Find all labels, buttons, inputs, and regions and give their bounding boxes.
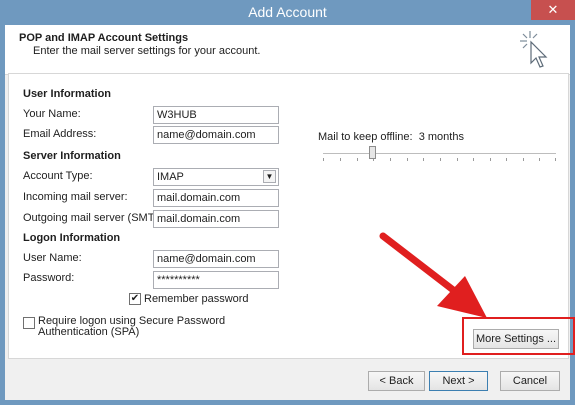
password-field[interactable]: ********** <box>153 271 279 289</box>
email-address-label: Email Address: <box>23 128 97 140</box>
email-address-field[interactable]: name@domain.com <box>153 126 279 144</box>
slider-tick <box>555 158 556 161</box>
remember-password-checkbox[interactable]: ✔ <box>129 293 141 305</box>
offline-label: Mail to keep offline: 3 months <box>318 131 464 143</box>
slider-tick <box>423 158 424 161</box>
offline-slider-thumb[interactable] <box>369 146 376 159</box>
incoming-server-field[interactable]: mail.domain.com <box>153 189 279 207</box>
offline-value: 3 months <box>418 131 464 143</box>
slider-tick <box>539 158 540 161</box>
cancel-button[interactable]: Cancel <box>500 371 560 391</box>
server-info-heading: Server Information <box>23 150 121 162</box>
mouse-cursor-icon <box>520 31 548 68</box>
offline-label-text: Mail to keep offline: <box>318 131 413 143</box>
user-name-label: User Name: <box>23 252 82 264</box>
password-label: Password: <box>23 272 75 284</box>
next-button[interactable]: Next > <box>429 371 488 391</box>
account-type-value: IMAP <box>157 171 184 183</box>
slider-tick <box>323 158 324 161</box>
logon-info-heading: Logon Information <box>23 232 121 244</box>
more-settings-button[interactable]: More Settings ... <box>473 329 559 349</box>
slider-tick <box>357 158 358 161</box>
outgoing-server-label: Outgoing mail server (SMTP): <box>23 212 169 224</box>
title-bar: Add Account ✕ <box>0 0 575 25</box>
annotation-arrow-icon <box>379 232 487 318</box>
slider-tick <box>506 158 507 161</box>
spa-label: Require logon using Secure Password Auth… <box>38 315 226 338</box>
header-title: POP and IMAP Account Settings <box>19 32 189 44</box>
spa-checkbox[interactable] <box>23 317 35 329</box>
outgoing-server-field[interactable]: mail.domain.com <box>153 210 279 228</box>
slider-tick <box>473 158 474 161</box>
header-subtitle: Enter the mail server settings for your … <box>33 45 261 57</box>
your-name-field[interactable]: W3HUB <box>153 106 279 124</box>
slider-tick <box>340 158 341 161</box>
user-info-heading: User Information <box>23 88 112 100</box>
slider-tick <box>440 158 441 161</box>
account-type-select[interactable]: IMAP ▼ <box>153 168 279 186</box>
incoming-server-label: Incoming mail server: <box>23 191 128 203</box>
account-type-label: Account Type: <box>23 170 93 182</box>
slider-tick <box>523 158 524 161</box>
chevron-down-icon[interactable]: ▼ <box>263 170 276 183</box>
slider-tick <box>457 158 458 161</box>
slider-tick <box>407 158 408 161</box>
back-button[interactable]: < Back <box>368 371 425 391</box>
window-title: Add Account <box>248 4 327 20</box>
dialog-header: POP and IMAP Account Settings Enter the … <box>5 25 570 75</box>
user-name-field[interactable]: name@domain.com <box>153 250 279 268</box>
offline-slider-track[interactable] <box>323 153 556 154</box>
remember-password-label: Remember password <box>144 293 249 305</box>
your-name-label: Your Name: <box>23 108 81 120</box>
add-account-dialog: Add Account ✕ POP and IMAP Account Setti… <box>0 0 575 405</box>
slider-tick <box>390 158 391 161</box>
close-button[interactable]: ✕ <box>531 0 575 20</box>
slider-tick <box>490 158 491 161</box>
